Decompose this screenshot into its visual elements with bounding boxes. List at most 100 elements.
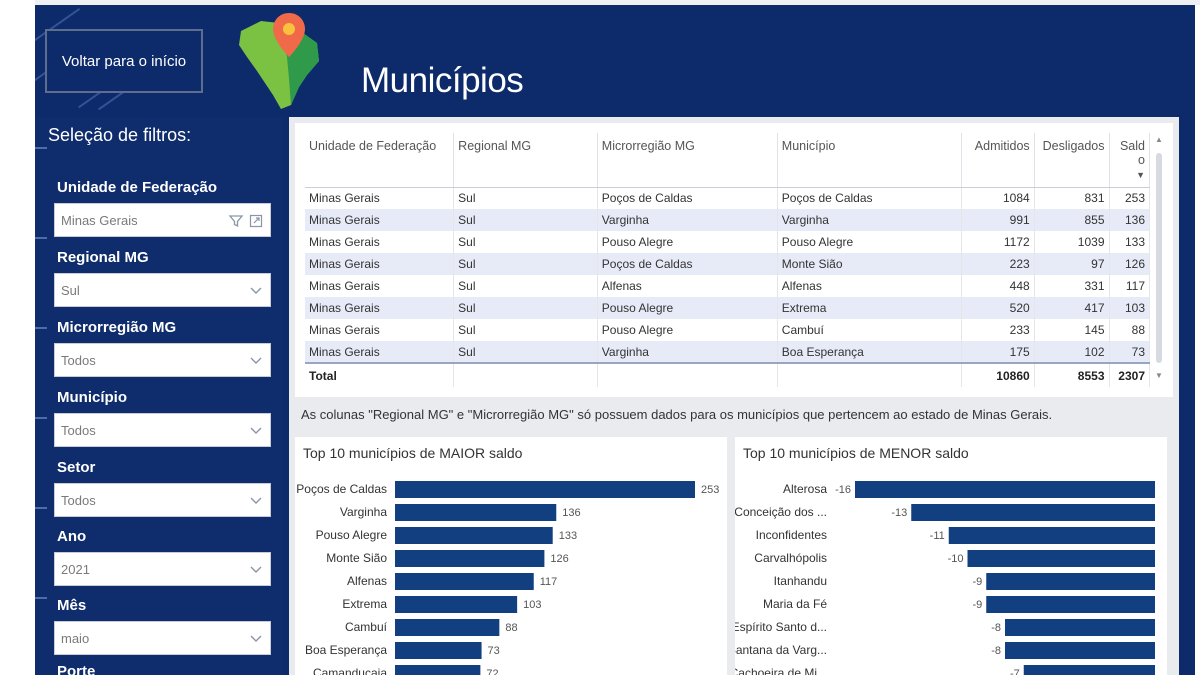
scroll-down-icon[interactable]: ▼ xyxy=(1155,371,1163,380)
table-row[interactable]: Minas Gerais Sul Pouso Alegre Pouso Alegre 1… xyxy=(305,231,1150,253)
cell-microrregiao: Pouso Alegre xyxy=(597,231,778,253)
cell-desligados: 1039 xyxy=(1034,231,1110,253)
bar-value-label: 133 xyxy=(559,530,577,542)
bar-category-label: Santana da Varg... xyxy=(735,643,827,657)
filter-value: Todos xyxy=(61,422,96,438)
chevron-down-icon xyxy=(248,282,264,298)
expand-icon[interactable] xyxy=(248,213,264,232)
cell-saldo: 136 xyxy=(1109,209,1150,231)
main-panel: Unidade de Federação Regional MG Microrr… xyxy=(289,117,1179,675)
col-header-microrregiao[interactable]: Microrregião MG xyxy=(597,133,778,188)
bar-value-label: -8 xyxy=(991,622,1001,634)
table-row[interactable]: Minas Gerais Sul Varginha Varginha 991 855 136 xyxy=(305,209,1150,231)
cell-microrregiao: Varginha xyxy=(597,341,778,363)
filter-mes-dropdown[interactable]: maio xyxy=(54,621,271,655)
cell-microrregiao: Varginha xyxy=(597,209,778,231)
bar-category-label: Itanhandu xyxy=(774,574,827,588)
scroll-up-icon[interactable]: ▲ xyxy=(1155,135,1163,144)
filter-label-regional: Regional MG xyxy=(57,249,149,266)
col-header-regional[interactable]: Regional MG xyxy=(453,133,598,188)
bar-value-label: 73 xyxy=(488,645,500,657)
scroll-thumb[interactable] xyxy=(1156,153,1162,363)
cell-saldo: 253 xyxy=(1109,187,1150,209)
cell-uf: Minas Gerais xyxy=(305,275,455,297)
cell-regional: Sul xyxy=(453,319,598,341)
filter-value: Todos xyxy=(61,492,96,508)
cell-admitidos: 175 xyxy=(961,341,1035,363)
table-row[interactable]: Minas Gerais Sul Poços de Caldas Monte Sião… xyxy=(305,253,1150,275)
cell-uf: Minas Gerais xyxy=(305,341,455,363)
table-row[interactable]: Minas Gerais Sul Pouso Alegre Extrema 520 417… xyxy=(305,297,1150,319)
cell-saldo: 73 xyxy=(1109,341,1150,363)
table-row[interactable]: Minas Gerais Sul Poços de Caldas Poços de C… xyxy=(305,187,1150,209)
chart-maior-svg: Poços de Caldas 253 Varginha 136 Pouso Alegr… xyxy=(296,481,719,675)
bar xyxy=(395,504,557,521)
bar-value-label: 136 xyxy=(562,507,580,519)
bar-category-label: Boa Esperança xyxy=(305,643,387,657)
total-admitidos: 10860 xyxy=(961,362,1035,387)
cell-desligados: 331 xyxy=(1034,275,1110,297)
col-header-desligados[interactable]: Desligados xyxy=(1034,133,1110,188)
filter-setor-dropdown[interactable]: Todos xyxy=(54,483,271,517)
filter-value: Minas Gerais xyxy=(61,212,138,228)
col-header-uf[interactable]: Unidade de Federação xyxy=(305,133,455,188)
bar-category-label: Inconfidentes xyxy=(756,528,827,542)
decorative-stripe xyxy=(35,147,47,149)
cell-municipio: Varginha xyxy=(777,209,962,231)
cell-desligados: 102 xyxy=(1034,341,1110,363)
total-empty xyxy=(597,362,778,387)
back-to-start-button[interactable]: Voltar para o início xyxy=(45,29,203,93)
bar xyxy=(911,504,1155,521)
bar xyxy=(948,527,1155,544)
bar-category-label: Cambuí xyxy=(345,620,388,634)
cell-saldo: 103 xyxy=(1109,297,1150,319)
bar xyxy=(395,527,553,544)
filter-ano-dropdown[interactable]: 2021 xyxy=(54,552,271,586)
cell-municipio: Poços de Caldas xyxy=(777,187,962,209)
table-header-row: Unidade de Federação Regional MG Microrr… xyxy=(305,133,1150,188)
table-row[interactable]: Minas Gerais Sul Pouso Alegre Cambuí 233 145 8… xyxy=(305,319,1150,341)
filter-label-uf: Unidade de Federação xyxy=(57,179,218,196)
bar-value-label: -9 xyxy=(972,576,982,588)
filter-value: Sul xyxy=(61,282,80,298)
filter-microrregiao-dropdown[interactable]: Todos xyxy=(54,343,271,377)
bar-category-label: Camanducaia xyxy=(313,666,387,675)
bar-value-label: -8 xyxy=(991,645,1001,657)
cell-municipio: Monte Sião xyxy=(777,253,962,275)
cell-admitidos: 991 xyxy=(961,209,1035,231)
bar-value-label: 88 xyxy=(505,622,517,634)
col-header-admitidos[interactable]: Admitidos xyxy=(961,133,1035,188)
filter-label-ano: Ano xyxy=(57,528,87,545)
total-label: Total xyxy=(305,362,455,387)
filter-regional-dropdown[interactable]: Sul xyxy=(54,273,271,307)
bar-category-label: Maria da Fé xyxy=(763,597,827,611)
cell-saldo: 117 xyxy=(1109,275,1150,297)
cell-uf: Minas Gerais xyxy=(305,297,455,319)
col-header-municipio[interactable]: Município xyxy=(777,133,962,188)
table-scrollbar[interactable]: ▲ ▼ xyxy=(1155,135,1163,380)
total-empty xyxy=(453,362,598,387)
filter-uf-field[interactable]: Minas Gerais xyxy=(54,203,271,237)
bar-value-label: -13 xyxy=(891,507,907,519)
cell-admitidos: 520 xyxy=(961,297,1035,319)
decorative-stripe xyxy=(35,237,47,239)
cell-admitidos: 448 xyxy=(961,275,1035,297)
cell-regional: Sul xyxy=(453,275,598,297)
cell-desligados: 831 xyxy=(1034,187,1110,209)
cell-municipio: Pouso Alegre xyxy=(777,231,962,253)
filter-municipio-dropdown[interactable]: Todos xyxy=(54,413,271,447)
table-row[interactable]: Minas Gerais Sul Varginha Boa Esperança 175 1… xyxy=(305,341,1150,363)
filter-funnel-icon[interactable] xyxy=(228,213,244,232)
cell-municipio: Extrema xyxy=(777,297,962,319)
chart-menor-svg: Alterosa -16 Conceição dos ... -13 Inconfide… xyxy=(735,481,1155,675)
bar-value-label: -9 xyxy=(972,599,982,611)
col-header-saldo-label: Saldo xyxy=(1119,139,1145,167)
table-row[interactable]: Minas Gerais Sul Alfenas Alfenas 448 331 117 xyxy=(305,275,1150,297)
col-header-saldo[interactable]: Saldo ▼ xyxy=(1109,133,1150,188)
cell-uf: Minas Gerais xyxy=(305,231,455,253)
cell-regional: Sul xyxy=(453,341,598,363)
cell-microrregiao: Alfenas xyxy=(597,275,778,297)
cell-uf: Minas Gerais xyxy=(305,253,455,275)
bar xyxy=(967,550,1155,567)
bar xyxy=(395,550,545,567)
